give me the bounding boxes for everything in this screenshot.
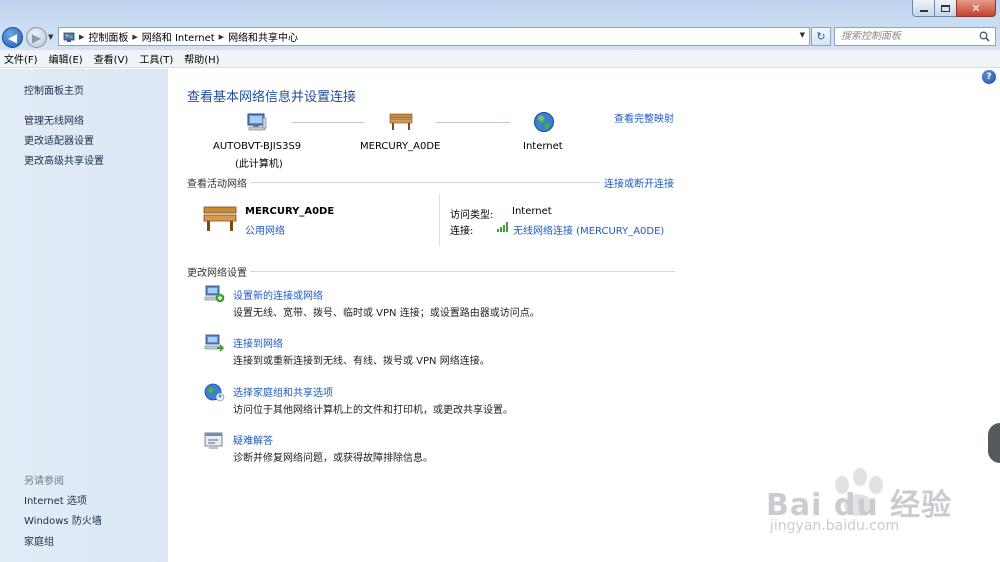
- sidebar-item-adapter-settings[interactable]: 更改适配器设置: [24, 132, 94, 147]
- back-button[interactable]: ◀: [2, 27, 23, 48]
- menu-file[interactable]: 文件(F): [4, 51, 38, 66]
- breadcrumb-separator-icon[interactable]: ▶: [79, 33, 84, 41]
- sidebar-item-windows-firewall[interactable]: Windows 防火墙: [24, 512, 102, 527]
- connect-to-network-icon[interactable]: [203, 333, 225, 353]
- active-networks-heading: 查看活动网络: [187, 179, 247, 190]
- connection-line: [292, 122, 364, 123]
- view-full-map-link[interactable]: 查看完整映射: [614, 110, 674, 125]
- refresh-icon: ↻: [816, 30, 826, 43]
- maximize-icon: [941, 4, 950, 12]
- change-settings-heading: 更改网络设置: [187, 268, 247, 279]
- recent-pages-dropdown-icon[interactable]: ▼: [48, 33, 53, 41]
- active-network-divider: [439, 194, 440, 246]
- breadcrumb-network-sharing-center[interactable]: 网络和共享中心: [228, 29, 298, 44]
- network-bench-icon[interactable]: [203, 204, 237, 232]
- breadcrumb-control-panel[interactable]: 控制面板: [88, 29, 128, 44]
- forward-button[interactable]: ▶: [26, 27, 47, 48]
- breadcrumb-network-internet[interactable]: 网络和 Internet: [142, 29, 215, 44]
- wifi-signal-icon: [497, 222, 508, 232]
- computer-name-label: AUTOBVT-BJIS3S9: [213, 141, 302, 152]
- help-icon[interactable]: ?: [982, 70, 996, 84]
- computer-icon[interactable]: [246, 111, 268, 133]
- connection-line: [436, 122, 510, 123]
- menu-tools[interactable]: 工具(T): [139, 51, 173, 66]
- wireless-connection-link[interactable]: 无线网络连接 (MERCURY_A0DE): [513, 222, 664, 237]
- section-divider: [250, 182, 600, 183]
- task-homegroup-sharing[interactable]: 选择家庭组和共享选项: [233, 384, 333, 399]
- homegroup-sharing-icon[interactable]: [203, 382, 225, 402]
- task-connect-to-network[interactable]: 连接到网络: [233, 335, 283, 350]
- task-setup-new-connection[interactable]: 设置新的连接或网络: [233, 287, 323, 302]
- sidebar-item-homegroup[interactable]: 家庭组: [24, 533, 54, 548]
- refresh-button[interactable]: ↻: [811, 27, 831, 46]
- access-type-value: Internet: [512, 206, 552, 217]
- internet-label: Internet: [523, 141, 563, 152]
- edge-scroll-knob[interactable]: [988, 423, 1000, 463]
- sidebar-item-internet-options[interactable]: Internet 选项: [24, 492, 87, 507]
- task-desc: 诊断并修复网络问题，或获得故障排除信息。: [233, 453, 433, 464]
- breadcrumb-separator-icon[interactable]: ▶: [219, 33, 224, 41]
- search-icon[interactable]: [979, 31, 990, 42]
- internet-globe-icon[interactable]: [533, 111, 555, 133]
- task-desc: 设置无线、宽带、拨号、临时或 VPN 连接；或设置路由器或访问点。: [233, 308, 540, 319]
- task-troubleshoot[interactable]: 疑难解答: [233, 432, 273, 447]
- section-divider: [250, 271, 675, 272]
- address-bar[interactable]: ▶ 控制面板 ▶ 网络和 Internet ▶ 网络和共享中心 ▼: [58, 27, 810, 46]
- new-connection-icon[interactable]: [203, 284, 225, 304]
- close-icon: ✕: [971, 1, 981, 15]
- minimize-icon: [919, 10, 928, 12]
- task-desc: 访问位于其他网络计算机上的文件和打印机，或更改共享设置。: [233, 405, 513, 416]
- connections-label: 连接:: [450, 226, 474, 237]
- task-desc: 连接到或重新连接到无线、有线、拨号或 VPN 网络连接。: [233, 356, 490, 367]
- sidebar-see-also-heading: 另请参阅: [24, 476, 64, 487]
- close-button[interactable]: ✕: [956, 0, 996, 17]
- minimize-button[interactable]: [912, 0, 935, 17]
- router-name-label: MERCURY_A0DE: [360, 141, 441, 152]
- computer-sub-label: (此计算机): [235, 159, 283, 170]
- active-network-name: MERCURY_A0DE: [245, 206, 335, 217]
- troubleshoot-icon[interactable]: [203, 431, 225, 451]
- address-dropdown-icon[interactable]: ▼: [800, 31, 805, 39]
- sidebar-item-advanced-sharing[interactable]: 更改高级共享设置: [24, 152, 104, 167]
- menu-bar: 文件(F) 编辑(E) 查看(V) 工具(T) 帮助(H): [0, 50, 1000, 68]
- connect-disconnect-link[interactable]: 连接或断开连接: [604, 175, 674, 190]
- menu-view[interactable]: 查看(V): [94, 51, 129, 66]
- search-box[interactable]: [834, 27, 996, 46]
- menu-edit[interactable]: 编辑(E): [49, 51, 83, 66]
- maximize-button[interactable]: [934, 0, 957, 17]
- router-bench-icon[interactable]: [389, 111, 413, 131]
- control-panel-icon: [63, 32, 75, 42]
- page-title: 查看基本网络信息并设置连接: [187, 90, 357, 105]
- network-type-link[interactable]: 公用网络: [245, 222, 285, 237]
- breadcrumb-separator-icon[interactable]: ▶: [132, 33, 137, 41]
- watermark-url: jingyan.baidu.com: [770, 518, 900, 534]
- sidebar-control-panel-home[interactable]: 控制面板主页: [24, 82, 84, 97]
- search-input[interactable]: [841, 31, 971, 42]
- access-type-label: 访问类型:: [450, 210, 494, 221]
- sidebar-item-manage-wireless[interactable]: 管理无线网络: [24, 112, 84, 127]
- menu-help[interactable]: 帮助(H): [184, 51, 219, 66]
